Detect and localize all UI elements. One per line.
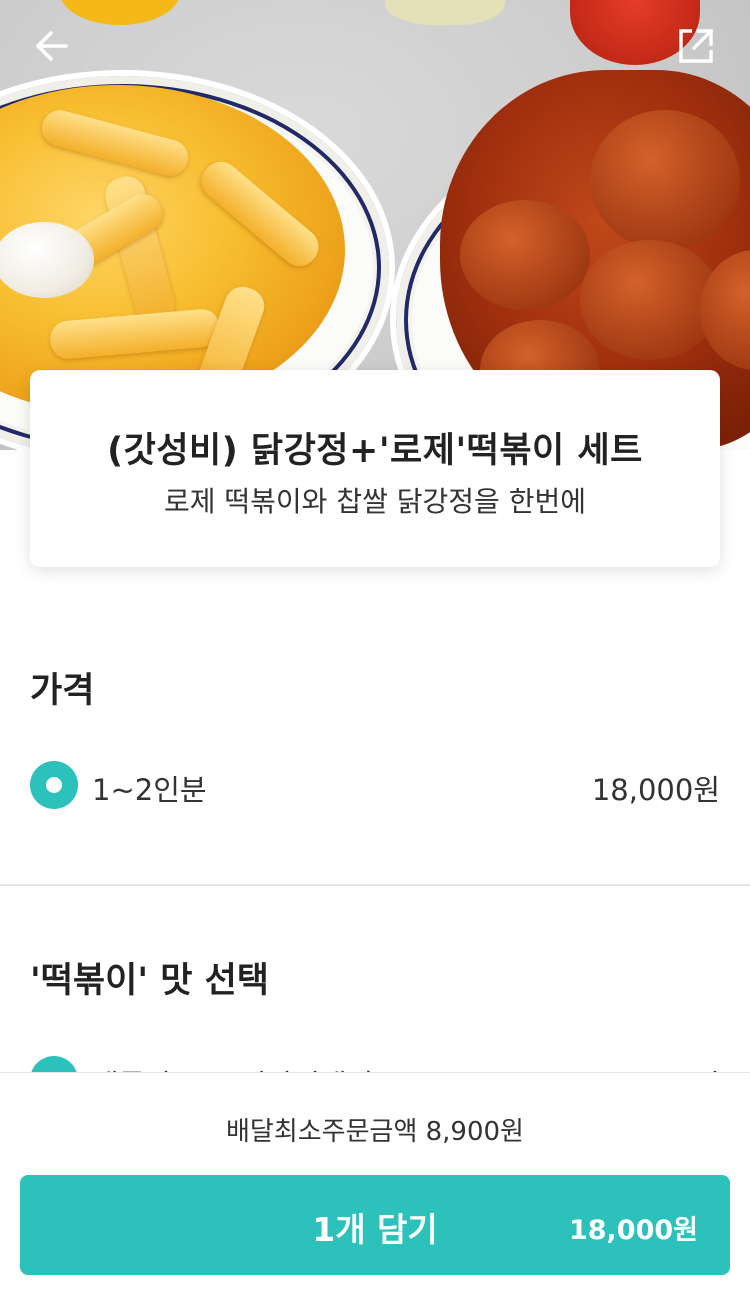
share-external-icon (679, 28, 714, 63)
radio-selected-icon[interactable] (30, 761, 78, 809)
back-button[interactable] (22, 18, 82, 74)
section-divider (0, 884, 750, 886)
share-button[interactable] (666, 18, 726, 74)
add-to-cart-button[interactable]: 1개 담기 18,000원 (20, 1175, 730, 1275)
price-option-label: 1~2인분 (92, 773, 207, 807)
min-order-amount: 배달최소주문금액 8,900원 (226, 1117, 524, 1147)
bottom-order-bar: 배달최소주문금액 8,900원 1개 담기 18,000원 (0, 1072, 750, 1294)
price-option-row[interactable]: 1~2인분 18,000원 (30, 761, 720, 809)
sauce-jar-decoration (385, 0, 505, 25)
add-to-cart-price: 18,000원 (568, 1215, 698, 1246)
arrow-left-icon (36, 31, 68, 61)
taste-section-title: '떡볶이' 맛 선택 (30, 961, 270, 1001)
price-option-price: 18,000원 (591, 773, 720, 807)
product-title-card: (갓성비) 닭강정+'로제'떡볶이 세트 로제 떡볶이와 찹쌀 닭강정을 한번에 (30, 370, 720, 567)
product-title: (갓성비) 닭강정+'로제'떡볶이 세트 (107, 431, 643, 471)
product-subtitle: 로제 떡볶이와 찹쌀 닭강정을 한번에 (163, 485, 586, 518)
price-section-title: 가격 (30, 671, 95, 711)
